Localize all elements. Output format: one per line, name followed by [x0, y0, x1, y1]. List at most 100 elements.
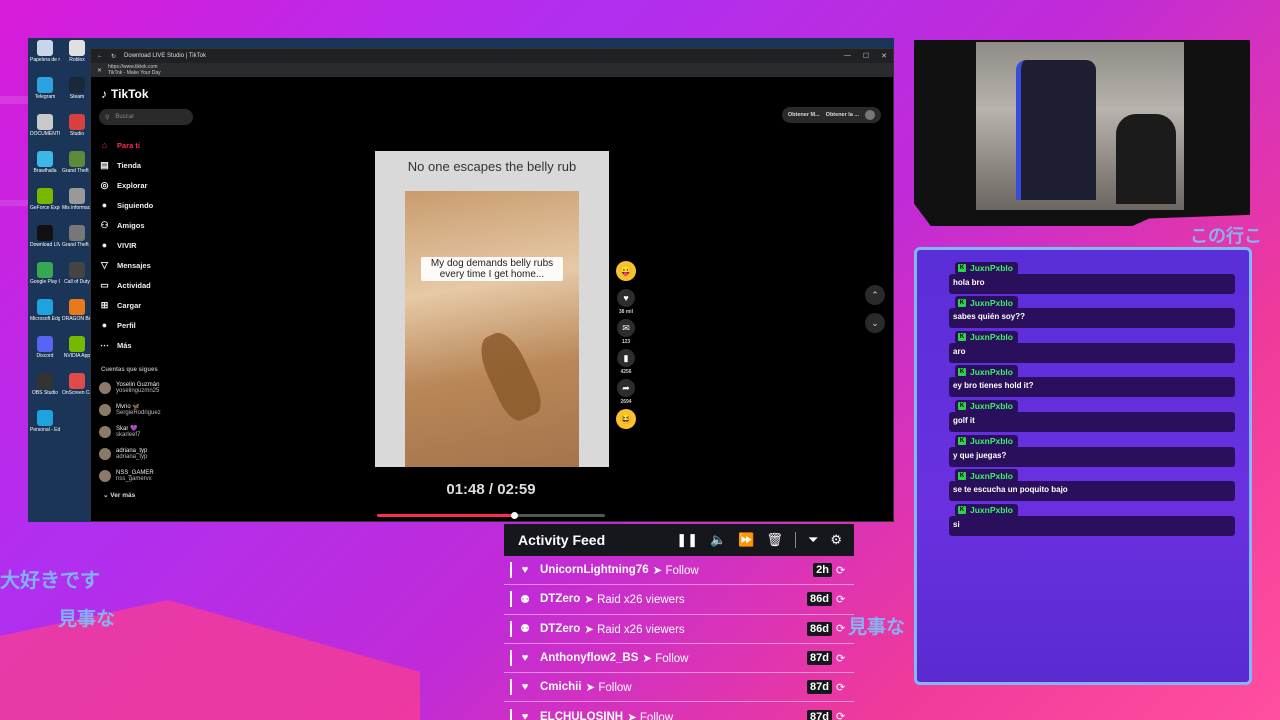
nav-item-vivir[interactable]: ● VIVIR — [99, 235, 193, 255]
nav-item-label: Actividad — [117, 280, 151, 290]
chat-username[interactable]: K JuxnPxblo — [955, 399, 1018, 413]
replay-icon[interactable]: ⟳ — [836, 564, 846, 577]
address-bar[interactable]: ✕ https://www.tiktok.com TikTok - Make Y… — [91, 63, 893, 77]
desktop-icon[interactable]: Personal - Edge — [30, 410, 60, 433]
get-coins-button[interactable]: Obtener M... — [788, 112, 820, 118]
chat-username[interactable]: K JuxnPxblo — [955, 296, 1018, 310]
creator-avatar-icon[interactable]: 😛 — [616, 261, 636, 281]
action-count: 38 mil — [618, 309, 634, 315]
progress-bar[interactable] — [377, 512, 605, 519]
search-input[interactable]: ⚲ Buscar — [99, 109, 193, 125]
gear-icon[interactable]: ⚙ — [830, 532, 842, 548]
replay-icon[interactable]: ⟳ — [836, 710, 846, 720]
desktop-icon[interactable]: Grand Theft Auto V — [62, 151, 92, 174]
nav-item-mensajes[interactable]: ▽ Mensajes — [99, 255, 193, 275]
desktop-icon[interactable]: Brawlhalla — [30, 151, 60, 174]
replay-icon[interactable]: ⟳ — [836, 652, 846, 665]
feed-row[interactable]: ♥ ELCHULOSINH ➤ Follow 87d ⟳ — [504, 702, 854, 720]
desktop-icon[interactable]: Studio — [62, 114, 92, 137]
pause-icon[interactable]: ❚❚ — [676, 532, 698, 548]
bookmark-icon[interactable]: ▮ — [617, 349, 635, 367]
desktop-icon[interactable]: Google Play Games beta — [30, 262, 60, 285]
desktop-icon[interactable]: Papelera de reciclaje — [30, 40, 60, 63]
chat-username[interactable]: K JuxnPxblo — [955, 261, 1018, 275]
account-item[interactable]: Yoselin Guzmán yoselinguzmn25 — [99, 377, 193, 399]
replay-icon[interactable]: ⟳ — [836, 681, 846, 694]
next-video-button[interactable]: ⌄ — [865, 313, 885, 333]
video-player[interactable]: No one escapes the belly rub My dog dema… — [373, 101, 609, 521]
nav-item-cargar[interactable]: ⊞ Cargar — [99, 295, 193, 315]
chat-username[interactable]: K JuxnPxblo — [955, 365, 1018, 379]
share-icon[interactable]: ➦ — [617, 379, 635, 397]
nav-item-amigos[interactable]: ⚇ Amigos — [99, 215, 193, 235]
chat-username[interactable]: K JuxnPxblo — [955, 469, 1018, 483]
account-item[interactable]: Mvrio 🦋 SergieRodriguez — [99, 399, 193, 421]
desktop-icon[interactable]: DRAGON BALL — [62, 299, 92, 322]
chat-username[interactable]: K JuxnPxblo — [955, 330, 1018, 344]
desktop-icon[interactable]: Steam — [62, 77, 92, 100]
desktop-icon[interactable]: Discord — [30, 336, 60, 359]
desktop-icon[interactable]: GeForce Experience — [30, 188, 60, 211]
desktop-icon[interactable]: OnScreen Control — [62, 373, 92, 396]
desktop-icon[interactable]: Grand Theft Auto IV — [62, 225, 92, 248]
trash-icon[interactable]: 🗑 — [766, 532, 783, 548]
avatar[interactable] — [865, 110, 875, 120]
username-text: JuxnPxblo — [970, 401, 1013, 412]
feed-time: 86d — [807, 592, 832, 607]
desktop-icon[interactable]: Download LIVE Studio — [30, 225, 60, 248]
bookmark-action[interactable]: ▮ 4256 — [617, 349, 635, 375]
feed-row[interactable]: ⚉ DTZero ➤ Raid x26 viewers 86d ⟳ — [504, 615, 854, 644]
maximize-icon[interactable]: ☐ — [863, 52, 869, 60]
home-icon: ⌂ — [101, 140, 108, 150]
nav-item-m-s[interactable]: ⋯ Más — [99, 335, 193, 355]
feed-row[interactable]: ♥ UnicornLightning76 ➤ Follow 2h ⟳ — [504, 556, 854, 586]
replay-icon[interactable]: ⟳ — [836, 593, 846, 606]
volume-icon[interactable]: 🔈 — [710, 532, 726, 548]
desktop-icon[interactable]: Mis informaciones — [62, 188, 92, 211]
tiktok-logo[interactable]: ♪ TikTok — [101, 87, 193, 101]
replay-icon[interactable]: ⟳ — [836, 622, 846, 635]
nav-item-siguiendo[interactable]: ● Siguiendo — [99, 195, 193, 215]
progress-thumb[interactable] — [510, 512, 518, 519]
account-item[interactable]: NSS_GAMER nss_gamervx — [99, 465, 193, 487]
close-icon[interactable]: ✕ — [881, 52, 887, 60]
chat-username[interactable]: K JuxnPxblo — [955, 434, 1018, 448]
refresh-icon[interactable]: ↻ — [111, 53, 116, 60]
heart-icon[interactable]: ♥ — [617, 289, 635, 307]
desktop-icon[interactable]: OBS Studio — [30, 373, 60, 396]
feed-list: ♥ UnicornLightning76 ➤ Follow 2h ⟳ ⚉ DTZero ➤ R… — [504, 556, 854, 720]
close-tab-icon[interactable]: ✕ — [97, 67, 102, 74]
row-divider — [510, 562, 512, 579]
get-app-button[interactable]: Obtener la ... — [826, 112, 859, 118]
chat-username[interactable]: K JuxnPxblo — [955, 503, 1018, 517]
feed-row[interactable]: ⚉ DTZero ➤ Raid x26 viewers 86d ⟳ — [504, 585, 854, 615]
comment-icon[interactable]: ✉ — [617, 319, 635, 337]
account-item[interactable]: adriana_typ adriana_typ — [99, 443, 193, 465]
account-item[interactable]: Skar 💜 skarleef7 — [99, 421, 193, 443]
desktop-icon-label: Telegram — [34, 94, 56, 100]
desktop-icon[interactable]: NVIDIA App — [62, 336, 92, 359]
feed-row[interactable]: ♥ Anthonyflow2_BS ➤ Follow 87d ⟳ — [504, 644, 854, 674]
desktop-icon[interactable]: Telegram — [30, 77, 60, 100]
desktop-icon[interactable]: Microsoft Edge — [30, 299, 60, 322]
share-action[interactable]: ➦ 2694 — [617, 379, 635, 405]
filter-icon[interactable]: ⏷ — [808, 532, 818, 548]
comment-action[interactable]: ✉ 123 — [617, 319, 635, 345]
heart-action[interactable]: ♥ 38 mil — [617, 289, 635, 315]
feed-row[interactable]: ♥ Cmichii ➤ Follow 87d ⟳ — [504, 673, 854, 703]
nav-item-explorar[interactable]: ◎ Explorar — [99, 175, 193, 195]
previous-video-button[interactable]: ⌃ — [865, 285, 885, 305]
tab-title[interactable]: Download LIVE Studio | TikTok — [124, 53, 206, 59]
desktop-icon[interactable]: Roblox — [62, 40, 92, 63]
music-disc-icon[interactable]: 😆 — [616, 409, 636, 429]
nav-item-tienda[interactable]: ▤ Tienda — [99, 155, 193, 175]
nav-item-perfil[interactable]: ● Perfil — [99, 315, 193, 335]
nav-item-para-ti[interactable]: ⌂ Para ti — [99, 135, 193, 155]
desktop-icon[interactable]: DOCUMENTOS — [30, 114, 60, 137]
back-icon[interactable]: ← — [97, 53, 103, 59]
nav-item-actividad[interactable]: ▭ Actividad — [99, 275, 193, 295]
see-more-link[interactable]: ⌄ Ver más — [103, 491, 193, 499]
skip-icon[interactable]: ⏩ — [738, 532, 754, 548]
minimize-icon[interactable]: — — [844, 52, 851, 60]
desktop-icon[interactable]: Call of Duty — [62, 262, 92, 285]
